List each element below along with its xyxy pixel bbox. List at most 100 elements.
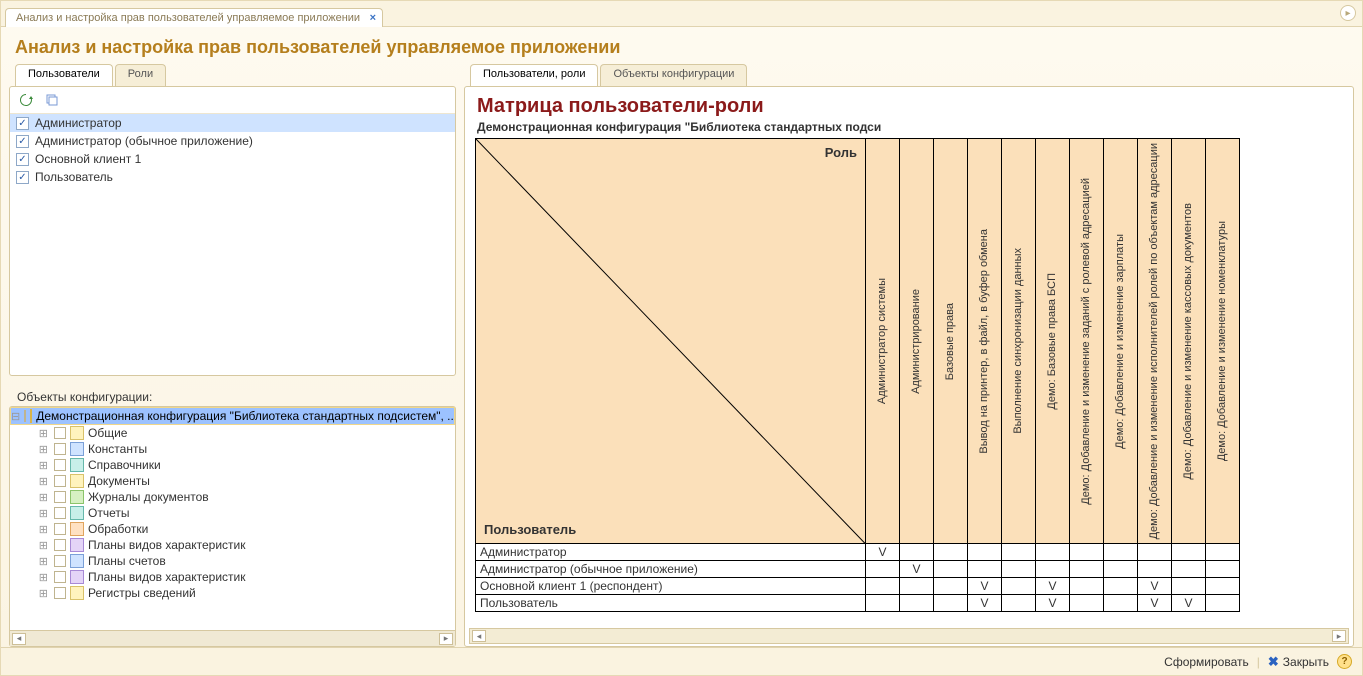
folder-icon <box>70 474 84 488</box>
tab-config-objects[interactable]: Объекты конфигурации <box>600 64 747 86</box>
matrix-column-header: Демо: Базовые права БСП <box>1036 139 1070 544</box>
tree-item[interactable]: ⊞Справочники <box>10 457 455 473</box>
checkbox[interactable] <box>54 555 66 567</box>
checkbox[interactable] <box>54 491 66 503</box>
tab-roles[interactable]: Роли <box>115 64 166 86</box>
tree-hscrollbar[interactable]: ◂ ▸ <box>10 630 455 646</box>
tree-item-label: Документы <box>88 474 150 488</box>
checkbox[interactable] <box>24 410 26 422</box>
matrix-row-header: Основной клиент 1 (респондент) <box>476 578 866 595</box>
user-label: Администратор (обычное приложение) <box>35 134 253 148</box>
generate-button[interactable]: Сформировать <box>1164 655 1249 669</box>
tree-item-label: Планы видов характеристик <box>88 570 245 584</box>
expand-icon[interactable]: ⊞ <box>10 475 50 488</box>
matrix-hscrollbar[interactable]: ◂ ▸ <box>469 628 1349 644</box>
close-button[interactable]: ✖ Закрыть <box>1268 654 1329 670</box>
user-row[interactable]: Администратор <box>10 114 455 132</box>
checkbox[interactable] <box>16 135 29 148</box>
matrix-cell <box>1206 578 1240 595</box>
copy-icon[interactable] <box>42 91 62 109</box>
matrix-cell <box>1070 561 1104 578</box>
checkbox[interactable] <box>54 539 66 551</box>
matrix-column-header: Демо: Добавление и изменение кассовых до… <box>1172 139 1206 544</box>
users-panel: Администратор Администратор (обычное прил… <box>9 86 456 376</box>
tree-item[interactable]: ⊞ Планы счетов <box>10 553 455 569</box>
close-icon[interactable]: × <box>370 12 376 24</box>
scroll-left-icon[interactable]: ◂ <box>12 633 26 645</box>
matrix-cell <box>1104 578 1138 595</box>
checkbox[interactable] <box>54 475 66 487</box>
expand-icon[interactable]: ⊞ <box>10 427 50 440</box>
expand-icon[interactable]: ⊞ <box>10 491 50 504</box>
matrix-panel: Матрица пользователи-роли Демонстрационн… <box>464 86 1354 647</box>
scroll-right-icon[interactable]: ▸ <box>1332 630 1346 642</box>
matrix-title: Матрица пользователи-роли <box>475 91 1349 118</box>
scroll-left-icon[interactable]: ◂ <box>472 630 486 642</box>
expand-icon[interactable]: ⊞ <box>10 587 50 600</box>
tree-item[interactable]: ⊞Регистры сведений <box>10 585 455 601</box>
matrix-cell: V <box>1172 595 1206 612</box>
tree-item[interactable]: ⊞ Отчеты <box>10 505 455 521</box>
expand-icon[interactable]: ⊞ <box>10 459 50 472</box>
tree-item[interactable]: ⊞Журналы документов <box>10 489 455 505</box>
checkbox[interactable] <box>54 571 66 583</box>
user-row[interactable]: Пользователь <box>10 168 455 186</box>
tree-item[interactable]: ⊞ Планы видов характеристик <box>10 537 455 553</box>
checkbox[interactable] <box>54 507 66 519</box>
expand-icon[interactable]: ⊞ <box>10 539 50 552</box>
page-title: Анализ и настройка прав пользователей уп… <box>1 27 1362 64</box>
matrix-cell <box>968 544 1002 561</box>
checkbox[interactable] <box>16 117 29 130</box>
tree-item-label: Планы видов характеристик <box>88 538 245 552</box>
checkbox[interactable] <box>54 523 66 535</box>
matrix-cell <box>934 561 968 578</box>
scroll-right-icon[interactable]: ▸ <box>439 633 453 645</box>
window-menu-button[interactable]: ▸ <box>1340 5 1356 21</box>
window-tab[interactable]: Анализ и настройка прав пользователей уп… <box>5 8 383 27</box>
matrix-row-header: Администратор <box>476 544 866 561</box>
expand-icon[interactable]: ⊞ <box>10 523 50 536</box>
checkbox[interactable] <box>54 587 66 599</box>
tree-root[interactable]: ⊟ Демонстрационная конфигурация "Библиоте… <box>10 407 455 425</box>
matrix-column-header: Демо: Добавление и изменение исполнителе… <box>1138 139 1172 544</box>
matrix-cell: V <box>900 561 934 578</box>
folder-icon <box>70 522 84 536</box>
matrix-cell: V <box>1036 578 1070 595</box>
checkbox[interactable] <box>54 443 66 455</box>
expand-icon[interactable]: ⊞ <box>10 443 50 456</box>
close-icon: ✖ <box>1268 654 1279 670</box>
matrix-column-header: Базовые права <box>934 139 968 544</box>
tab-users-roles[interactable]: Пользователи, роли <box>470 64 598 86</box>
tree-item[interactable]: ⊞Обработки <box>10 521 455 537</box>
expand-icon[interactable]: ⊞ <box>10 555 50 568</box>
matrix-cell <box>1002 595 1036 612</box>
help-icon[interactable]: ? <box>1337 654 1352 669</box>
expand-icon[interactable]: ⊞ <box>10 571 50 584</box>
checkbox[interactable] <box>54 427 66 439</box>
tree-item[interactable]: ⊞ Общие <box>10 425 455 441</box>
window-tab-bar: Анализ и настройка прав пользователей уп… <box>1 1 1362 27</box>
user-row[interactable]: Основной клиент 1 <box>10 150 455 168</box>
tree-item-label: Отчеты <box>88 506 129 520</box>
tree-root-label: Демонстрационная конфигурация "Библиотек… <box>36 409 455 423</box>
bottom-bar: Сформировать | ✖ Закрыть ? <box>1 647 1362 675</box>
tree-item-label: Планы счетов <box>88 554 166 568</box>
matrix-scroll[interactable]: Матрица пользователи-роли Демонстрационн… <box>475 91 1349 626</box>
checkbox[interactable] <box>16 153 29 166</box>
tree-item[interactable]: ⊞ Планы видов характеристик <box>10 569 455 585</box>
collapse-icon[interactable]: ⊟ <box>11 410 20 423</box>
tree-item[interactable]: ⊞ Документы <box>10 473 455 489</box>
refresh-icon[interactable] <box>16 91 36 109</box>
matrix-cell <box>900 595 934 612</box>
checkbox[interactable] <box>16 171 29 184</box>
matrix-column-header: Администратор системы <box>866 139 900 544</box>
config-tree[interactable]: ⊟ Демонстрационная конфигурация "Библиоте… <box>10 407 455 630</box>
expand-icon[interactable]: ⊞ <box>10 507 50 520</box>
tree-item-label: Общие <box>88 426 127 440</box>
right-tab-strip: Пользователи, роли Объекты конфигурации <box>464 64 1354 86</box>
tab-users[interactable]: Пользователи <box>15 64 113 86</box>
folder-icon <box>70 586 84 600</box>
checkbox[interactable] <box>54 459 66 471</box>
user-row[interactable]: Администратор (обычное приложение) <box>10 132 455 150</box>
tree-item[interactable]: ⊞Константы <box>10 441 455 457</box>
